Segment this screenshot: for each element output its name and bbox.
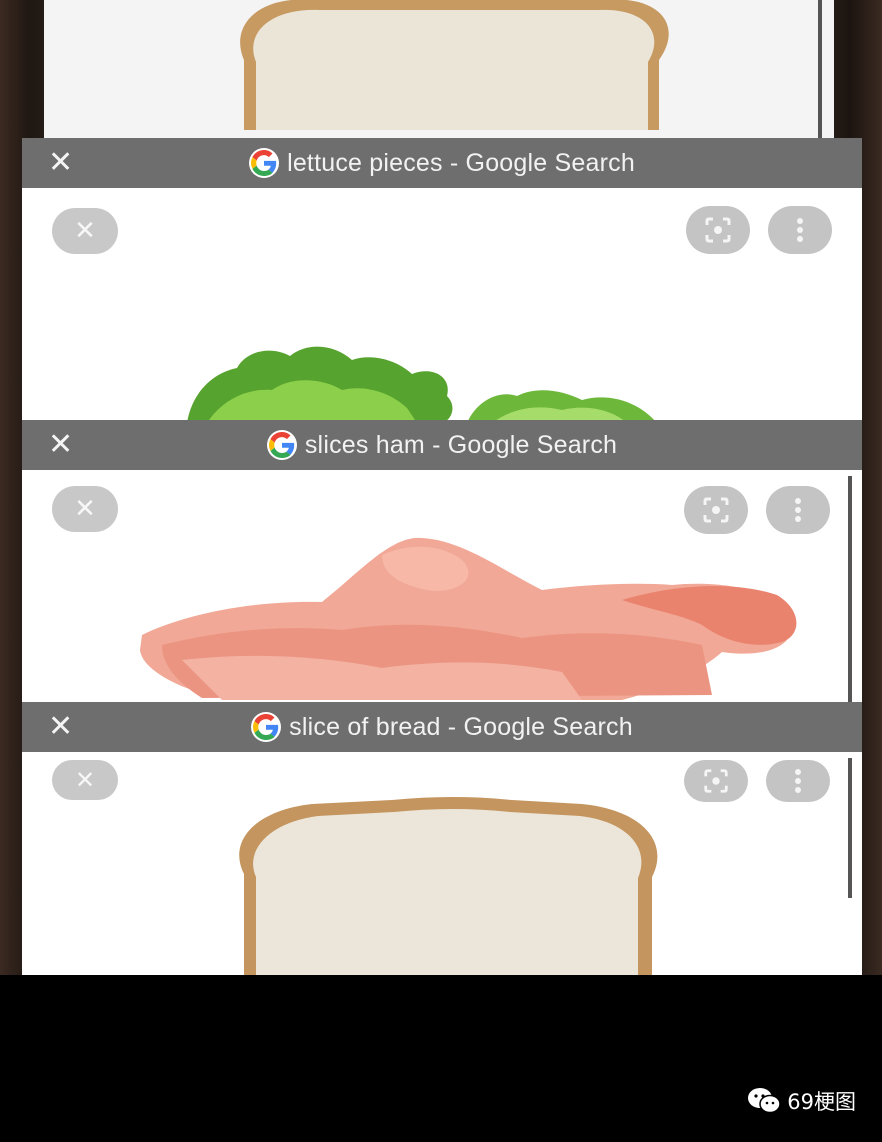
bread-image	[239, 797, 658, 975]
wechat-icon	[748, 1088, 782, 1114]
scrollbar-top	[818, 0, 822, 140]
caption-line-1: 月底了，我用浏览器给大家做了	[22, 988, 807, 1048]
ham-image	[140, 537, 797, 700]
watermark: 69梗图	[747, 1086, 856, 1116]
tab-switcher: ✕ lettuce pieces - Google Search ✕ ✕ sli…	[0, 0, 882, 975]
caption-line-2: 一个电子三明治	[22, 1070, 415, 1130]
bread-image	[240, 0, 669, 130]
tab-card-ham[interactable]: ✕ slices ham - Google Search ✕	[22, 420, 862, 720]
tab-card-bread[interactable]: ✕ slice of bread - Google Search ✕	[22, 702, 862, 975]
tab-card-top-partial[interactable]	[44, 0, 834, 160]
watermark-text: 69梗图	[787, 1090, 856, 1114]
tab-card-lettuce[interactable]: ✕ lettuce pieces - Google Search ✕	[22, 138, 862, 438]
lettuce-image	[187, 346, 657, 423]
